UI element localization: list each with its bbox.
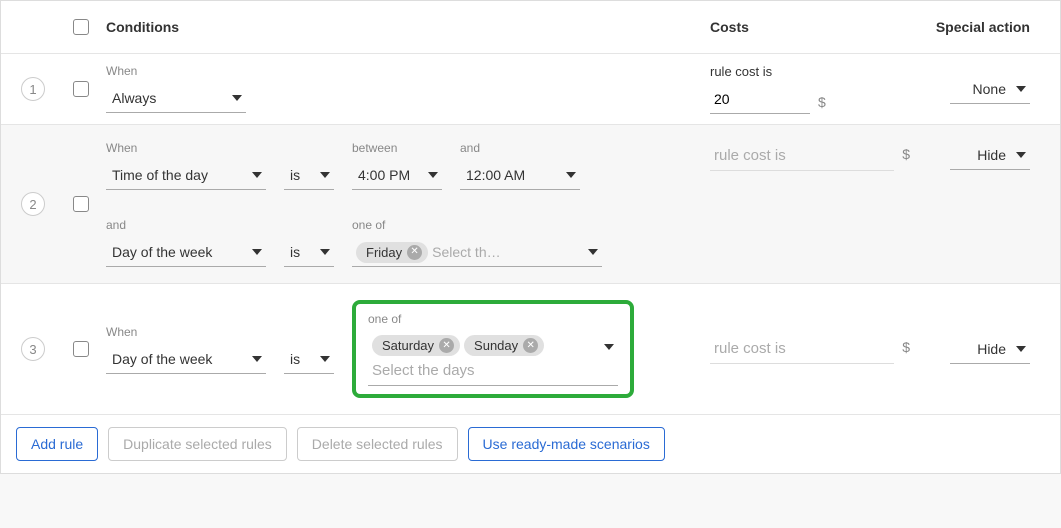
chevron-down-icon bbox=[232, 95, 242, 101]
operator-select[interactable]: is bbox=[284, 161, 334, 190]
day-chip: Sunday ✕ bbox=[464, 335, 544, 356]
rule-checkbox[interactable] bbox=[73, 81, 89, 97]
table-header: Conditions Costs Special action bbox=[1, 1, 1060, 54]
use-scenarios-button[interactable]: Use ready-made scenarios bbox=[468, 427, 665, 461]
one-of-label: one of bbox=[352, 218, 602, 232]
rule-number: 1 bbox=[21, 77, 45, 101]
chip-text: Saturday bbox=[382, 338, 434, 353]
rule-checkbox[interactable] bbox=[73, 196, 89, 212]
rule-row: 2 When Time of the day _ is bbox=[1, 125, 1060, 284]
currency-symbol: $ bbox=[902, 146, 910, 162]
cost-label-placeholder[interactable]: rule cost is bbox=[710, 141, 894, 171]
day-chip: Friday ✕ bbox=[356, 242, 428, 263]
highlighted-days-field: one of Saturday ✕ Sunday ✕ bbox=[352, 300, 634, 398]
footer-toolbar: Add rule Duplicate selected rules Delete… bbox=[1, 415, 1060, 473]
header-costs: Costs bbox=[710, 19, 910, 35]
chevron-down-icon bbox=[320, 249, 330, 255]
delete-rules-button[interactable]: Delete selected rules bbox=[297, 427, 458, 461]
operator-value: is bbox=[290, 351, 300, 367]
chevron-down-icon bbox=[320, 172, 330, 178]
chevron-down-icon bbox=[1016, 346, 1026, 352]
operator-value: is bbox=[290, 244, 300, 260]
chip-text: Sunday bbox=[474, 338, 518, 353]
condition-type-select[interactable]: Day of the week bbox=[106, 345, 266, 374]
when-label: When bbox=[106, 64, 246, 78]
when-label: When bbox=[106, 141, 266, 155]
cost-label: rule cost is bbox=[710, 64, 910, 79]
time-to-select[interactable]: 12:00 AM bbox=[460, 161, 580, 190]
remove-chip-icon[interactable]: ✕ bbox=[439, 338, 454, 353]
condition-type-value: Always bbox=[112, 90, 156, 106]
days-multiselect[interactable]: Friday ✕ Select th… bbox=[352, 238, 602, 267]
cost-input[interactable] bbox=[710, 85, 810, 114]
condition-type-select[interactable]: Day of the week bbox=[106, 238, 266, 267]
between-label: between bbox=[352, 141, 442, 155]
chip-text: Friday bbox=[366, 245, 402, 260]
add-rule-button[interactable]: Add rule bbox=[16, 427, 98, 461]
days-placeholder-input[interactable]: Select the days bbox=[368, 356, 618, 386]
select-placeholder: Select the days bbox=[372, 359, 475, 382]
action-value: None bbox=[973, 81, 1006, 97]
rule-row: 1 When Always rule cost is $ bbox=[1, 54, 1060, 125]
header-special-action: Special action bbox=[910, 19, 1030, 35]
operator-select[interactable]: is bbox=[284, 345, 334, 374]
and-label: and bbox=[460, 141, 580, 155]
chevron-down-icon bbox=[604, 344, 614, 350]
rule-number: 3 bbox=[21, 337, 45, 361]
rule-number: 2 bbox=[21, 192, 45, 216]
rule-checkbox[interactable] bbox=[73, 341, 89, 357]
select-placeholder: Select th… bbox=[432, 241, 500, 263]
time-from-value: 4:00 PM bbox=[358, 167, 410, 183]
days-multiselect[interactable]: Saturday ✕ Sunday ✕ bbox=[368, 332, 618, 356]
condition-type-value: Time of the day bbox=[112, 167, 208, 183]
chevron-down-icon bbox=[1016, 86, 1026, 92]
condition-type-value: Day of the week bbox=[112, 351, 212, 367]
time-to-value: 12:00 AM bbox=[466, 167, 525, 183]
chevron-down-icon bbox=[1016, 152, 1026, 158]
select-all-checkbox[interactable] bbox=[73, 19, 89, 35]
condition-type-value: Day of the week bbox=[112, 244, 212, 260]
chevron-down-icon bbox=[566, 172, 576, 178]
action-value: Hide bbox=[977, 147, 1006, 163]
and-label: and bbox=[106, 218, 266, 232]
one-of-label: one of bbox=[368, 312, 618, 326]
condition-type-select[interactable]: Always bbox=[106, 84, 246, 113]
chevron-down-icon bbox=[252, 172, 262, 178]
when-label: When bbox=[106, 325, 266, 339]
operator-select[interactable]: is bbox=[284, 238, 334, 267]
rule-row: 3 When Day of the week _ is bbox=[1, 284, 1060, 415]
time-from-select[interactable]: 4:00 PM bbox=[352, 161, 442, 190]
special-action-select[interactable]: Hide bbox=[950, 335, 1030, 364]
header-conditions: Conditions bbox=[101, 19, 710, 35]
action-value: Hide bbox=[977, 341, 1006, 357]
duplicate-rules-button[interactable]: Duplicate selected rules bbox=[108, 427, 287, 461]
currency-symbol: $ bbox=[818, 94, 826, 110]
remove-chip-icon[interactable]: ✕ bbox=[523, 338, 538, 353]
cost-label-placeholder[interactable]: rule cost is bbox=[710, 334, 894, 364]
special-action-select[interactable]: Hide bbox=[950, 141, 1030, 170]
operator-value: is bbox=[290, 167, 300, 183]
chevron-down-icon bbox=[428, 172, 438, 178]
special-action-select[interactable]: None bbox=[950, 75, 1030, 104]
chevron-down-icon bbox=[320, 356, 330, 362]
chevron-down-icon bbox=[252, 249, 262, 255]
chevron-down-icon bbox=[252, 356, 262, 362]
remove-chip-icon[interactable]: ✕ bbox=[407, 245, 422, 260]
condition-type-select[interactable]: Time of the day bbox=[106, 161, 266, 190]
day-chip: Saturday ✕ bbox=[372, 335, 460, 356]
rules-table: Conditions Costs Special action 1 When A… bbox=[0, 0, 1061, 474]
currency-symbol: $ bbox=[902, 339, 910, 355]
chevron-down-icon bbox=[588, 249, 598, 255]
